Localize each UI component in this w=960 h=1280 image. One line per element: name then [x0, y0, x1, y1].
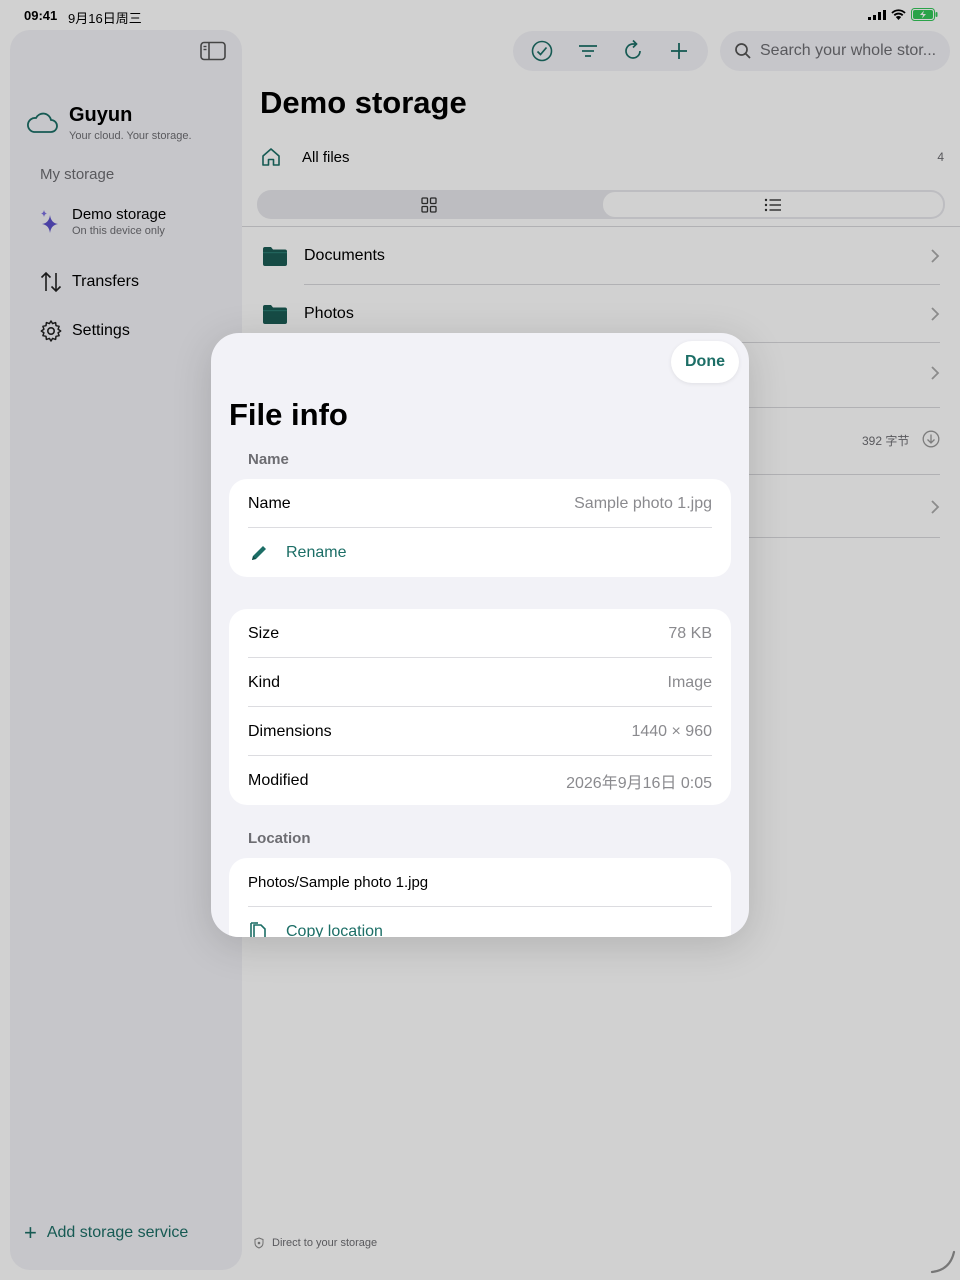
pencil-icon [248, 542, 270, 564]
name-value: Sample photo 1.jpg [574, 494, 712, 512]
sheet-title: File info [229, 397, 348, 432]
size-value: 78 KB [668, 624, 712, 642]
done-button[interactable]: Done [671, 341, 739, 383]
details-card: Size 78 KB Kind Image Dimensions 1440 × … [229, 609, 731, 805]
kind-row: Kind Image [229, 658, 731, 707]
location-card: Photos/Sample photo 1.jpg Copy location [229, 858, 731, 937]
name-section-label: Name [248, 451, 289, 468]
copy-location-button[interactable]: Copy location [229, 907, 731, 937]
rename-button[interactable]: Rename [229, 528, 731, 577]
file-info-sheet: Done File info Name Name Sample photo 1.… [211, 333, 749, 937]
location-section-label: Location [248, 830, 311, 847]
name-card: Name Sample photo 1.jpg Rename [229, 479, 731, 577]
modified-row: Modified 2026年9月16日 0:05 [229, 756, 731, 805]
modified-value: 2026年9月16日 0:05 [566, 774, 712, 792]
name-row: Name Sample photo 1.jpg [229, 479, 731, 528]
dimensions-row: Dimensions 1440 × 960 [229, 707, 731, 756]
dimensions-label: Dimensions [248, 722, 332, 740]
location-value: Photos/Sample photo 1.jpg [248, 874, 429, 891]
copy-icon [248, 921, 270, 937]
modified-label: Modified [248, 771, 309, 789]
resize-corner-icon [930, 1250, 956, 1274]
name-label: Name [248, 494, 291, 512]
size-label: Size [248, 624, 280, 642]
rename-label: Rename [286, 543, 347, 561]
dimensions-value: 1440 × 960 [631, 722, 712, 740]
kind-value: Image [667, 673, 712, 691]
copy-location-label: Copy location [286, 922, 383, 938]
size-row: Size 78 KB [229, 609, 731, 658]
location-row: Photos/Sample photo 1.jpg [229, 858, 731, 907]
kind-label: Kind [248, 673, 281, 691]
